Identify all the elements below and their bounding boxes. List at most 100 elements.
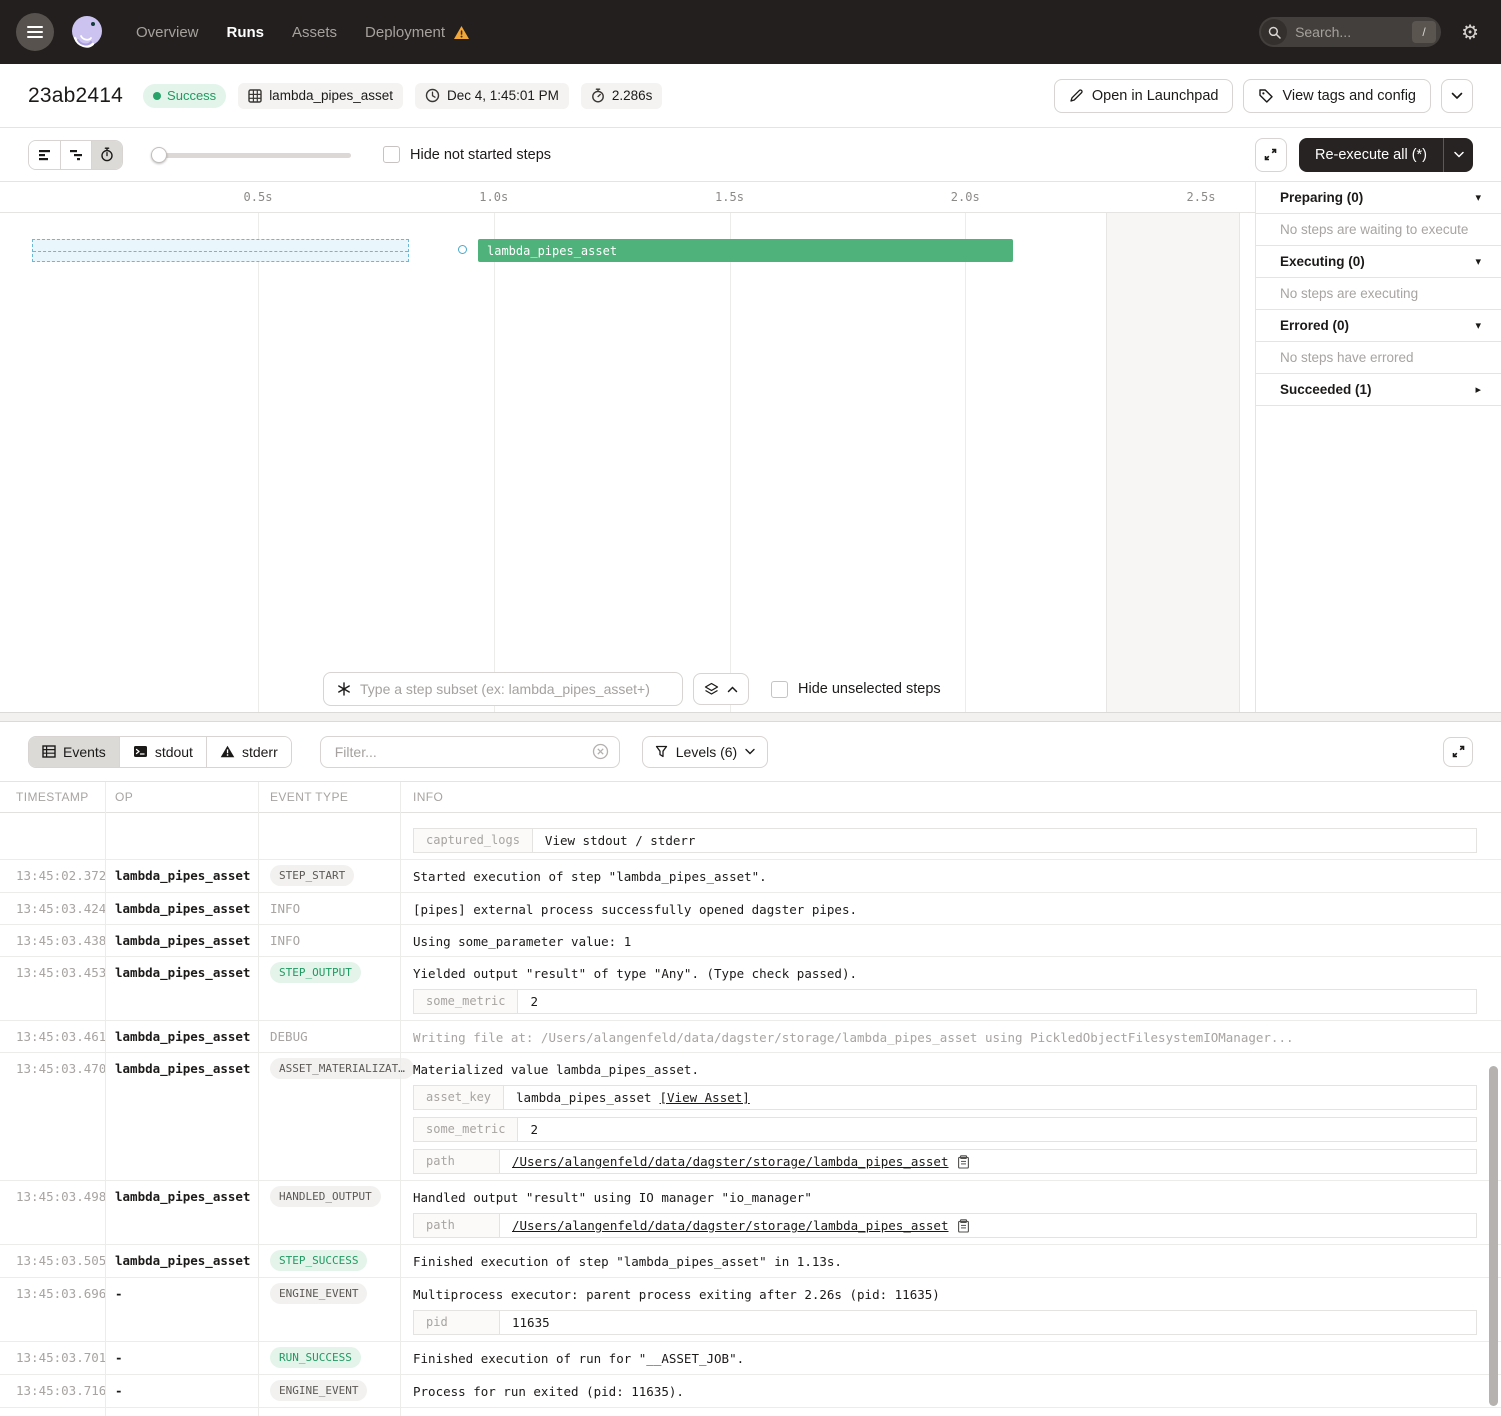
table-row[interactable]: 13:45:03.505lambda_pipes_assetSTEP_SUCCE…	[0, 1245, 1501, 1278]
levels-filter-button[interactable]: Levels (6)	[642, 736, 768, 768]
gantt-chart: 0.5s1.0s1.5s2.0s2.5s lambda_pipes_asset …	[0, 182, 1255, 712]
log-fullscreen-button[interactable]	[1443, 737, 1473, 767]
log-filter-input[interactable]: Filter...	[320, 736, 620, 768]
gantt-step-bar[interactable]: lambda_pipes_asset	[478, 239, 1013, 262]
step-group-header[interactable]: Executing (0)▾	[1256, 246, 1501, 278]
event-message: Using some_parameter value: 1	[413, 933, 1489, 950]
info-cell: Using some_parameter value: 1	[400, 930, 1501, 950]
dagster-logo-icon[interactable]	[66, 11, 108, 53]
event-type-cell: STEP_OUTPUT	[258, 962, 400, 1014]
copy-icon[interactable]	[957, 1155, 970, 1169]
step-group-empty-text: No steps are waiting to execute	[1256, 214, 1501, 246]
table-row[interactable]: 13:45:03.716-ENGINE_EVENTProcess for run…	[0, 1375, 1501, 1408]
events-rows: captured_logsView stdout / stderr 13:45:0…	[0, 813, 1501, 1408]
table-row[interactable]: 13:45:03.438lambda_pipes_assetINFOUsing …	[0, 925, 1501, 957]
metadata-key: pid	[414, 1311, 500, 1334]
open-in-launchpad-button[interactable]: Open in Launchpad	[1054, 79, 1234, 113]
flat-view-button[interactable]	[29, 141, 60, 169]
table-row[interactable]: 13:45:03.498lambda_pipes_assetHANDLED_OU…	[0, 1181, 1501, 1245]
metadata-link[interactable]: /Users/alangenfeld/data/dagster/storage/…	[512, 1154, 949, 1169]
metadata-link[interactable]: /Users/alangenfeld/data/dagster/storage/…	[512, 1218, 949, 1233]
waterfall-view-button[interactable]	[60, 141, 91, 169]
metadata-entry: path/Users/alangenfeld/data/dagster/stor…	[413, 1213, 1477, 1238]
job-tag[interactable]: lambda_pipes_asset	[238, 83, 403, 109]
waterfall-view-icon	[69, 149, 83, 161]
gantt-step-marker-icon	[458, 245, 467, 254]
info-cell: Process for run exited (pid: 11635).	[400, 1380, 1501, 1401]
timed-view-button[interactable]	[91, 141, 122, 169]
layers-toggle-button[interactable]	[693, 673, 749, 705]
col-timestamp: TIMESTAMP	[0, 790, 105, 804]
vertical-scrollbar[interactable]	[1489, 1066, 1498, 1406]
step-group-header[interactable]: Errored (0)▾	[1256, 310, 1501, 342]
event-type-badge: ENGINE_EVENT	[270, 1380, 367, 1401]
table-row[interactable]: 13:45:03.424lambda_pipes_assetINFO[pipes…	[0, 893, 1501, 925]
event-type-cell: DEBUG	[258, 1026, 400, 1046]
slider-thumb[interactable]	[151, 147, 167, 163]
run-actions-menu-button[interactable]	[1441, 79, 1473, 113]
console-icon	[133, 745, 148, 758]
event-type-badge: ENGINE_EVENT	[270, 1283, 367, 1304]
nav-assets[interactable]: Assets	[292, 24, 337, 41]
search-input[interactable]: Search... /	[1259, 17, 1441, 47]
gantt-offrange-region	[1106, 213, 1240, 712]
event-type-cell: INFO	[258, 898, 400, 918]
events-table-header: TIMESTAMP OP EVENT TYPE INFO	[0, 782, 1501, 813]
caret-icon: ▾	[1475, 191, 1481, 204]
hide-unselected-checkbox[interactable]	[771, 681, 788, 698]
hide-not-started-label: Hide not started steps	[410, 147, 551, 163]
metadata-text: 2	[530, 1122, 538, 1137]
metadata-entry: some_metric2	[413, 989, 1477, 1014]
events-table-icon	[42, 745, 56, 758]
info-cell: Started execution of step "lambda_pipes_…	[400, 865, 1501, 886]
metadata-value: 2	[518, 990, 550, 1013]
nav-runs[interactable]: Runs	[227, 24, 265, 41]
step-group-header[interactable]: Succeeded (1)▸	[1256, 374, 1501, 406]
event-type-badge: RUN_SUCCESS	[270, 1347, 361, 1368]
gantt-fullscreen-button[interactable]	[1255, 138, 1287, 172]
nav-deployment[interactable]: Deployment	[365, 24, 445, 41]
tab-stdout[interactable]: stdout	[119, 737, 206, 767]
panel-resize-handle[interactable]	[0, 712, 1501, 722]
event-message: Writing file at: /Users/alangenfeld/data…	[413, 1029, 1489, 1046]
step-subset-input[interactable]: Type a step subset (ex: lambda_pipes_ass…	[323, 672, 683, 706]
copy-icon[interactable]	[957, 1219, 970, 1233]
reexecute-menu-button[interactable]	[1443, 138, 1473, 172]
gridline	[258, 213, 259, 712]
metadata-entry: captured_logsView stdout / stderr	[413, 828, 1477, 853]
event-type-cell: STEP_SUCCESS	[258, 1250, 400, 1271]
timer-view-icon	[100, 147, 114, 162]
zoom-slider[interactable]	[151, 147, 351, 163]
timestamp-cell: 13:45:03.453	[0, 962, 105, 1014]
metadata-key: asset_key	[414, 1086, 504, 1109]
step-group-title: Succeeded (1)	[1280, 382, 1372, 397]
hide-not-started-checkbox[interactable]	[383, 146, 400, 163]
filter-placeholder: Filter...	[335, 744, 592, 760]
col-event-type: EVENT TYPE	[258, 790, 400, 804]
gear-icon[interactable]: ⚙	[1461, 20, 1479, 45]
event-type-cell	[258, 818, 400, 853]
gridline	[965, 213, 966, 712]
step-group-header[interactable]: Preparing (0)▾	[1256, 182, 1501, 214]
table-row[interactable]: 13:45:03.696-ENGINE_EVENTMultiprocess ex…	[0, 1278, 1501, 1342]
clear-filter-icon[interactable]	[592, 743, 609, 760]
tab-events[interactable]: Events	[29, 737, 119, 767]
reexecute-all-button[interactable]: Re-execute all (*)	[1299, 138, 1473, 172]
timestamp-cell: 13:45:03.716	[0, 1380, 105, 1401]
menu-icon[interactable]	[16, 13, 54, 51]
table-row[interactable]: 13:45:03.701-RUN_SUCCESSFinished executi…	[0, 1342, 1501, 1375]
step-subset-placeholder: Type a step subset (ex: lambda_pipes_ass…	[360, 681, 650, 697]
view-asset-link[interactable]: [View Asset]	[660, 1090, 750, 1105]
table-row[interactable]: 13:45:03.453lambda_pipes_assetSTEP_OUTPU…	[0, 957, 1501, 1021]
table-row[interactable]: 13:45:03.461lambda_pipes_assetDEBUGWriti…	[0, 1021, 1501, 1053]
view-tags-config-button[interactable]: View tags and config	[1243, 79, 1431, 113]
table-row[interactable]: captured_logsView stdout / stderr	[0, 813, 1501, 860]
metadata-value: 2	[518, 1118, 550, 1141]
table-row[interactable]: 13:45:03.470lambda_pipes_assetASSET_MATE…	[0, 1053, 1501, 1181]
table-row[interactable]: 13:45:02.372lambda_pipes_assetSTEP_START…	[0, 860, 1501, 893]
nav-overview[interactable]: Overview	[136, 24, 199, 41]
timestamp-cell: 13:45:03.696	[0, 1283, 105, 1335]
timestamp-cell: 13:45:03.438	[0, 930, 105, 950]
pencil-icon	[1069, 88, 1084, 103]
tab-stderr[interactable]: stderr	[206, 737, 291, 767]
